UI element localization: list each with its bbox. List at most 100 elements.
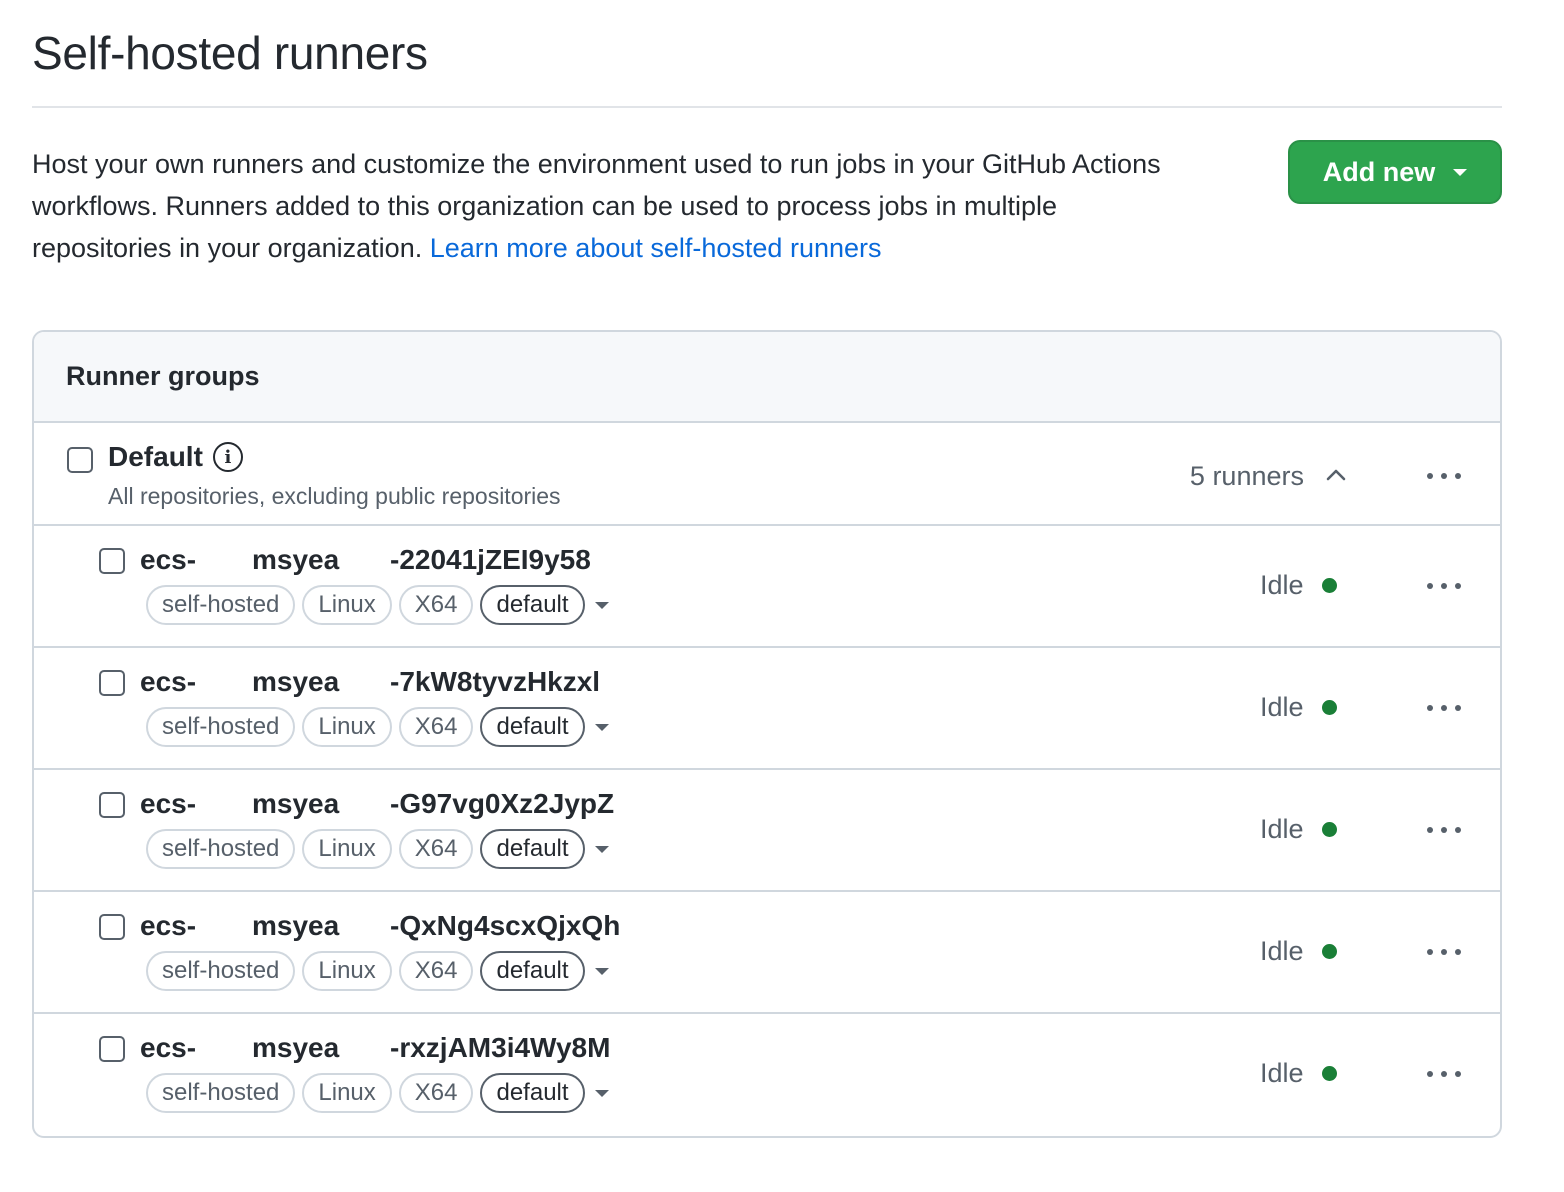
runner-status: Idle xyxy=(1260,692,1337,723)
status-dot-icon xyxy=(1321,700,1337,715)
runner-name: ecs-msyea -rxzjAM3i4Wy8M xyxy=(140,1032,610,1064)
label-pill-x64: X64 xyxy=(398,829,474,869)
label-pill-default: default xyxy=(480,1073,585,1113)
runner-name: ecs-msyea -22041jZEI9y58 xyxy=(140,544,591,576)
runner-name-prefix: ecs- xyxy=(140,1032,197,1063)
runner-name-middle: msyea xyxy=(252,788,340,819)
group-checkbox[interactable] xyxy=(67,447,93,473)
status-text: Idle xyxy=(1260,1058,1304,1088)
status-dot-icon xyxy=(1321,578,1337,593)
label-pill-default: default xyxy=(480,951,585,991)
label-pill-self-hosted: self-hosted xyxy=(146,707,296,747)
label-pill-default: default xyxy=(480,585,585,625)
status-dot-icon xyxy=(1321,822,1337,837)
status-text: Idle xyxy=(1260,692,1304,722)
runner-name-suffix: -rxzjAM3i4Wy8M xyxy=(390,1032,611,1063)
runner-checkbox[interactable] xyxy=(99,670,125,696)
status-dot-icon xyxy=(1321,1066,1337,1081)
labels-dropdown-caret-icon[interactable] xyxy=(594,845,609,853)
runner-labels: self-hosted Linux X64 default xyxy=(146,951,609,991)
label-pill-linux: Linux xyxy=(302,585,392,625)
label-pill-x64: X64 xyxy=(398,951,474,991)
runner-name-suffix: -QxNg4scxQjxQh xyxy=(390,910,621,941)
runner-status: Idle xyxy=(1260,936,1337,967)
label-pill-x64: X64 xyxy=(398,585,474,625)
label-pill-x64: X64 xyxy=(398,707,474,747)
runner-name-prefix: ecs- xyxy=(140,666,197,697)
runner-row: ecs-msyea -QxNg4scxQjxQh self-hosted Linux… xyxy=(34,892,1500,1014)
runner-name-middle: msyea xyxy=(252,910,340,941)
label-pill-linux: Linux xyxy=(302,1073,392,1113)
runner-group-row: Default i All repositories, excluding pu… xyxy=(34,423,1500,526)
title-divider xyxy=(32,106,1502,108)
chevron-up-icon[interactable] xyxy=(1324,463,1348,487)
runner-status: Idle xyxy=(1260,1058,1337,1089)
runner-name-middle: msyea xyxy=(252,544,340,575)
runner-labels: self-hosted Linux X64 default xyxy=(146,707,609,747)
label-pill-default: default xyxy=(480,829,585,869)
learn-more-link[interactable]: Learn more about self-hosted runners xyxy=(430,233,882,263)
label-pill-linux: Linux xyxy=(302,829,392,869)
runner-checkbox[interactable] xyxy=(99,914,125,940)
runner-count: 5 runners xyxy=(1189,461,1304,491)
runner-row: ecs-msyea -22041jZEI9y58 self-hosted Linux… xyxy=(34,526,1500,648)
status-text: Idle xyxy=(1260,936,1304,966)
status-text: Idle xyxy=(1260,814,1304,844)
runner-groups-panel: Runner groups Default i All repositories… xyxy=(32,330,1502,1138)
runner-more-menu-icon[interactable] xyxy=(1424,698,1464,718)
status-text: Idle xyxy=(1260,570,1304,600)
runner-name-suffix: -G97vg0Xz2JypZ xyxy=(390,788,615,819)
add-new-button[interactable]: Add new xyxy=(1288,140,1502,204)
runner-status: Idle xyxy=(1260,814,1337,845)
group-name: Default i xyxy=(108,441,243,473)
runner-labels: self-hosted Linux X64 default xyxy=(146,829,609,869)
label-pill-self-hosted: self-hosted xyxy=(146,585,296,625)
label-pill-self-hosted: self-hosted xyxy=(146,951,296,991)
label-pill-self-hosted: self-hosted xyxy=(146,829,296,869)
runner-more-menu-icon[interactable] xyxy=(1424,1064,1464,1084)
label-pill-default: default xyxy=(480,707,585,747)
info-icon[interactable]: i xyxy=(212,442,243,472)
runner-checkbox[interactable] xyxy=(99,792,125,818)
status-dot-icon xyxy=(1321,944,1337,959)
add-new-label: Add new xyxy=(1322,156,1436,187)
runner-name: ecs-msyea -7kW8tyvzHkzxl xyxy=(140,666,600,698)
label-pill-self-hosted: self-hosted xyxy=(146,1073,296,1113)
runner-list: ecs-msyea -22041jZEI9y58 self-hosted Linux… xyxy=(34,526,1500,1136)
label-pill-linux: Linux xyxy=(302,707,392,747)
runner-name-middle: msyea xyxy=(252,666,340,697)
runner-name-suffix: -7kW8tyvzHkzxl xyxy=(390,666,601,697)
group-description: All repositories, excluding public repos… xyxy=(108,483,561,509)
runner-name-suffix: -22041jZEI9y58 xyxy=(390,544,591,575)
panel-header: Runner groups xyxy=(34,332,1500,423)
runner-labels: self-hosted Linux X64 default xyxy=(146,585,609,625)
runner-name: ecs-msyea -QxNg4scxQjxQh xyxy=(140,910,620,942)
runner-row: ecs-msyea -G97vg0Xz2JypZ self-hosted Linux… xyxy=(34,770,1500,892)
runner-status: Idle xyxy=(1260,570,1337,601)
caret-down-icon xyxy=(1453,168,1468,176)
runner-labels: self-hosted Linux X64 default xyxy=(146,1073,609,1113)
page-description: Host your own runners and customize the … xyxy=(32,143,1192,269)
runner-checkbox[interactable] xyxy=(99,1036,125,1062)
page-title: Self-hosted runners xyxy=(32,27,428,79)
label-pill-linux: Linux xyxy=(302,951,392,991)
group-more-menu-icon[interactable] xyxy=(1424,466,1464,486)
settings-page: Self-hosted runners Host your own runner… xyxy=(0,0,1564,1192)
runner-more-menu-icon[interactable] xyxy=(1424,942,1464,962)
runner-name-prefix: ecs- xyxy=(140,910,197,941)
labels-dropdown-caret-icon[interactable] xyxy=(594,601,609,609)
runner-row: ecs-msyea -rxzjAM3i4Wy8M self-hosted Linux… xyxy=(34,1014,1500,1136)
labels-dropdown-caret-icon[interactable] xyxy=(594,723,609,731)
label-pill-x64: X64 xyxy=(398,1073,474,1113)
runner-row: ecs-msyea -7kW8tyvzHkzxl self-hosted Linux… xyxy=(34,648,1500,770)
runner-name-prefix: ecs- xyxy=(140,544,197,575)
runner-name: ecs-msyea -G97vg0Xz2JypZ xyxy=(140,788,614,820)
group-name-text: Default xyxy=(108,441,203,472)
runner-more-menu-icon[interactable] xyxy=(1424,820,1464,840)
runner-checkbox[interactable] xyxy=(99,548,125,574)
runner-more-menu-icon[interactable] xyxy=(1424,576,1464,596)
runner-name-prefix: ecs- xyxy=(140,788,197,819)
labels-dropdown-caret-icon[interactable] xyxy=(594,1089,609,1097)
runner-name-middle: msyea xyxy=(252,1032,340,1063)
labels-dropdown-caret-icon[interactable] xyxy=(594,967,609,975)
